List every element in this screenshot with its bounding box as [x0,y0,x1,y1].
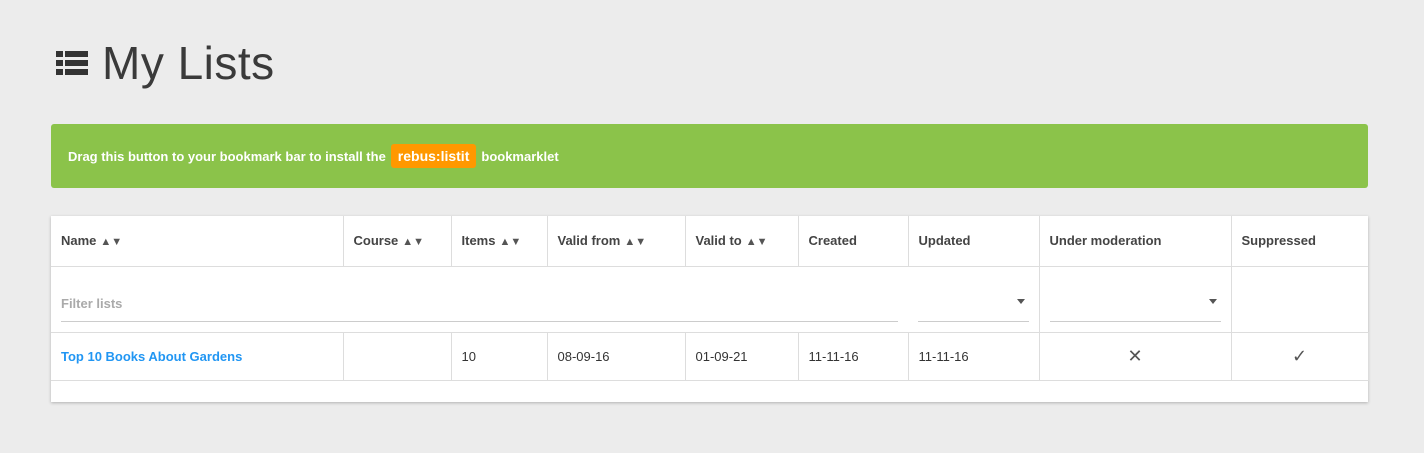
cell-name: Top 10 Books About Gardens [51,332,344,381]
sort-icon: ▲▼ [402,236,425,249]
banner-text-before: Drag this button to your bookmark bar to… [68,148,386,164]
cell-valid-to: 01-09-21 [685,332,799,381]
header-items[interactable]: Items ▲▼ [451,216,548,267]
cell-updated: 11-11-16 [908,332,1040,381]
list-icon [56,51,88,75]
updated-filter-cell [908,266,1040,333]
bookmarklet-button[interactable]: rebus:listit [390,144,477,168]
header-updated: Updated [908,216,1040,267]
empty-filter-cell [1231,266,1368,333]
table-row: Top 10 Books About Gardens 10 08-09-16 0… [51,332,1369,381]
list-name-link[interactable]: Top 10 Books About Gardens [61,349,242,364]
bookmarklet-banner: Drag this button to your bookmark bar to… [51,124,1368,188]
header-suppressed: Suppressed [1231,216,1368,267]
cell-items: 10 [451,332,548,381]
filter-lists-input[interactable] [61,286,898,322]
moderation-filter-cell [1039,266,1232,333]
header-under-moderation: Under moderation [1039,216,1232,267]
cell-course [343,332,452,381]
filter-row [51,266,1368,333]
cell-valid-from: 08-09-16 [547,332,686,381]
table-header-row: Name ▲▼ Course ▲▼ Items ▲▼ Valid from ▲▼ Val… [51,216,1368,267]
cell-created: 11-11-16 [798,332,909,381]
page-header: My Lists [56,36,275,90]
caret-down-icon [1208,298,1217,304]
cell-under-moderation: ✕ [1039,332,1232,381]
header-valid-to[interactable]: Valid to ▲▼ [685,216,799,267]
check-icon: ✓ [1291,345,1308,366]
sort-icon: ▲▼ [499,236,522,249]
sort-icon: ▲▼ [100,236,123,249]
cross-icon: ✕ [1127,345,1143,366]
updated-filter-select[interactable] [918,287,1029,322]
cell-suppressed: ✓ [1231,332,1369,381]
page-title: My Lists [102,37,275,89]
lists-table-card: Name ▲▼ Course ▲▼ Items ▲▼ Valid from ▲▼ Val… [51,216,1369,402]
caret-down-icon [1016,298,1025,304]
filter-cell [51,266,908,333]
banner-text-after: bookmarklet [481,148,559,164]
header-course[interactable]: Course ▲▼ [343,216,452,267]
header-valid-from[interactable]: Valid from ▲▼ [547,216,686,267]
header-created: Created [798,216,909,267]
moderation-filter-select[interactable] [1049,287,1221,322]
lists-table: Name ▲▼ Course ▲▼ Items ▲▼ Valid from ▲▼ Val… [51,216,1369,381]
sort-icon: ▲▼ [624,236,647,249]
header-name[interactable]: Name ▲▼ [51,216,344,267]
sort-icon: ▲▼ [745,236,768,249]
